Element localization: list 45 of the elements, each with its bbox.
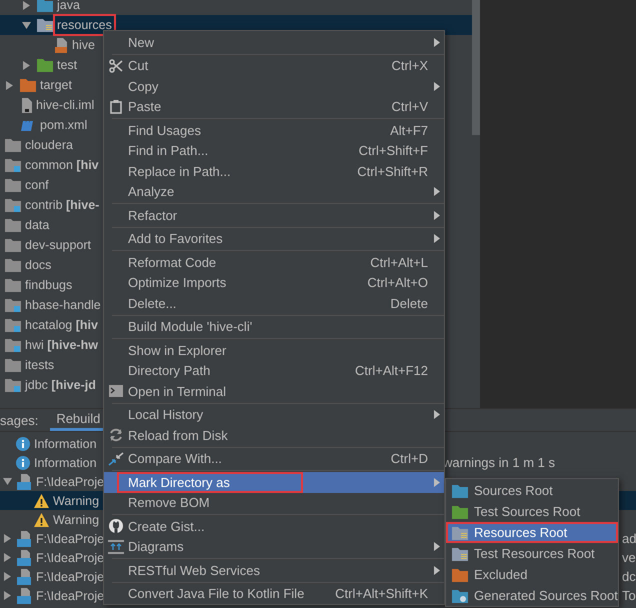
tree-item-label: cloudera [25,138,73,152]
tree-item-label: jdbc [hive-jd [25,378,96,392]
message-text: F:\IdeaProje [36,588,104,602]
shortcut-text: Ctrl+Alt+O [367,275,428,290]
message-text: F:\IdeaProje [36,532,104,546]
message-text: F:\IdeaProje [36,474,104,488]
tree-item-label: data [25,218,50,232]
tree-item-label: test [57,58,78,72]
message-tail: To [622,588,636,603]
tree-item-label: hwi [hive-hw [25,338,98,352]
tree-item-label: hive-cli.iml [36,98,94,112]
tree-item-label: findbugs [25,278,72,292]
message-summary: warnings in 1 m 1 s [443,455,555,470]
tree-item-label: pom.xml [40,118,88,132]
shortcut-text: Ctrl+Shift+F [358,143,428,158]
tree-item-label: docs [25,258,52,272]
message-tail: dc [622,569,636,584]
tree-item-label: hive [72,38,95,52]
tree-item-label: target [40,78,72,92]
tree-item-label: common [hiv [25,158,99,172]
shortcut-text: Ctrl+V [392,99,428,114]
shortcut-text: Ctrl+Alt+F12 [355,363,428,378]
shortcut-text: Ctrl+X [392,58,428,74]
panel-title: sages: [0,412,38,428]
shortcut-text: Alt+F7 [390,122,428,138]
tree-item-label: hbase-handle [25,298,101,312]
tree-item-label: contrib [hive- [25,198,100,212]
message-text: Information [34,436,97,450]
message-text: Information [34,456,97,470]
shortcut-text: Delete [390,296,428,311]
message-text: F:\IdeaProje [36,570,104,584]
shortcut-text: Ctrl+Alt+Shift+K [335,586,428,602]
tree-item-label: dev-support [25,238,92,252]
message-tail: ve [622,550,636,565]
tree-item-label: conf [25,178,49,192]
shortcut-text: Ctrl+Shift+R [357,164,428,179]
message-text: Warning [53,494,100,508]
shortcut-text: Ctrl+D [390,451,428,466]
shortcut-text: Ctrl+Alt+L [370,254,428,270]
message-text: Warning [53,512,100,526]
message-text: F:\IdeaProje [36,550,104,564]
tree-item-label: hcatalog [hiv [25,318,98,332]
message-tail: ad [622,531,636,546]
tree-item-label: java [57,0,80,12]
tree-item-label: itests [25,358,54,372]
